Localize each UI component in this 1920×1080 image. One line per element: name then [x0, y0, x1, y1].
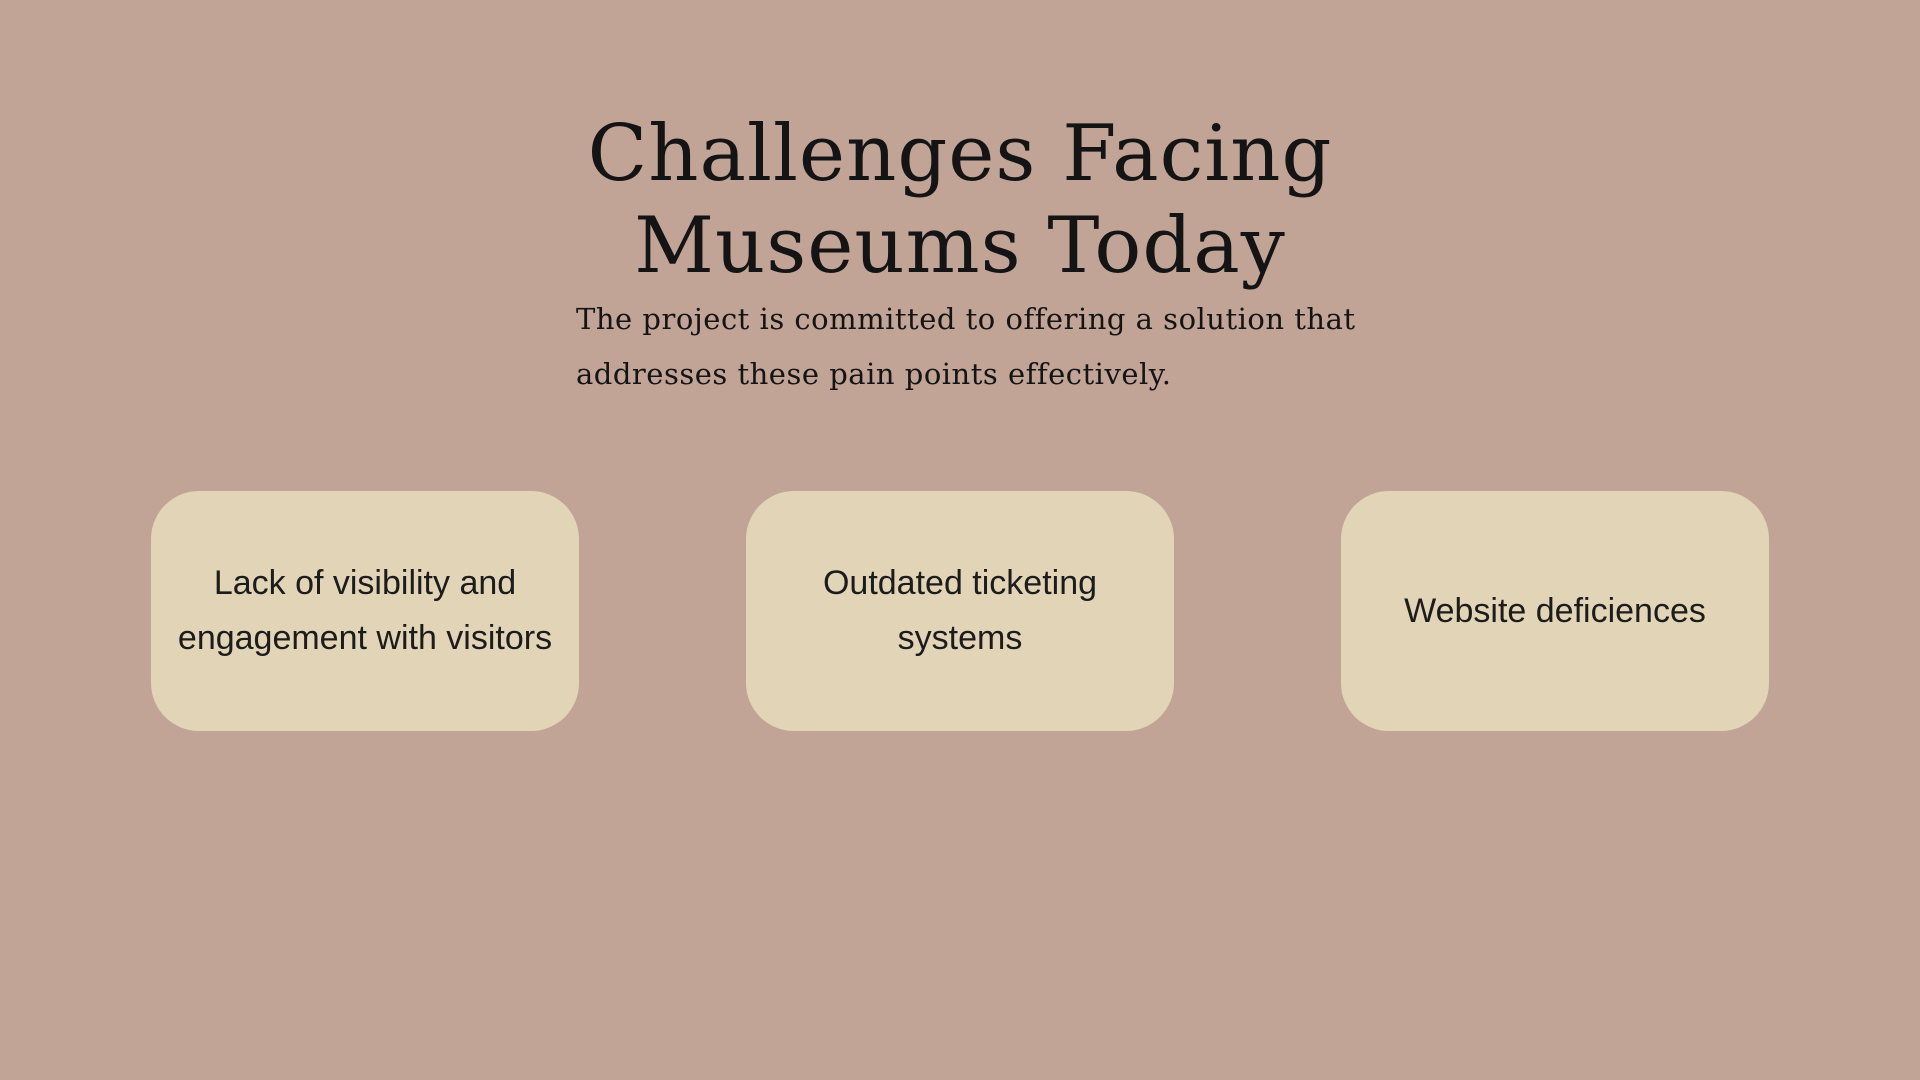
challenge-card-label: Outdated ticketing systems [822, 564, 1098, 657]
slide: Challenges Facing Museums Today The proj… [0, 0, 1920, 1080]
challenge-card-label: Lack of visibility and engagement with v… [177, 564, 553, 657]
challenge-card-website: Website deficiences [1341, 491, 1769, 731]
slide-subtitle: The project is committed to offering a s… [576, 302, 1356, 391]
challenge-card-visibility: Lack of visibility and engagement with v… [151, 491, 579, 731]
slide-title: Challenges Facing Museums Today [587, 109, 1333, 291]
challenge-cards: Lack of visibility and engagement with v… [0, 491, 1920, 731]
challenge-card-ticketing: Outdated ticketing systems [746, 491, 1174, 731]
challenge-card-label: Website deficiences [1404, 591, 1706, 630]
